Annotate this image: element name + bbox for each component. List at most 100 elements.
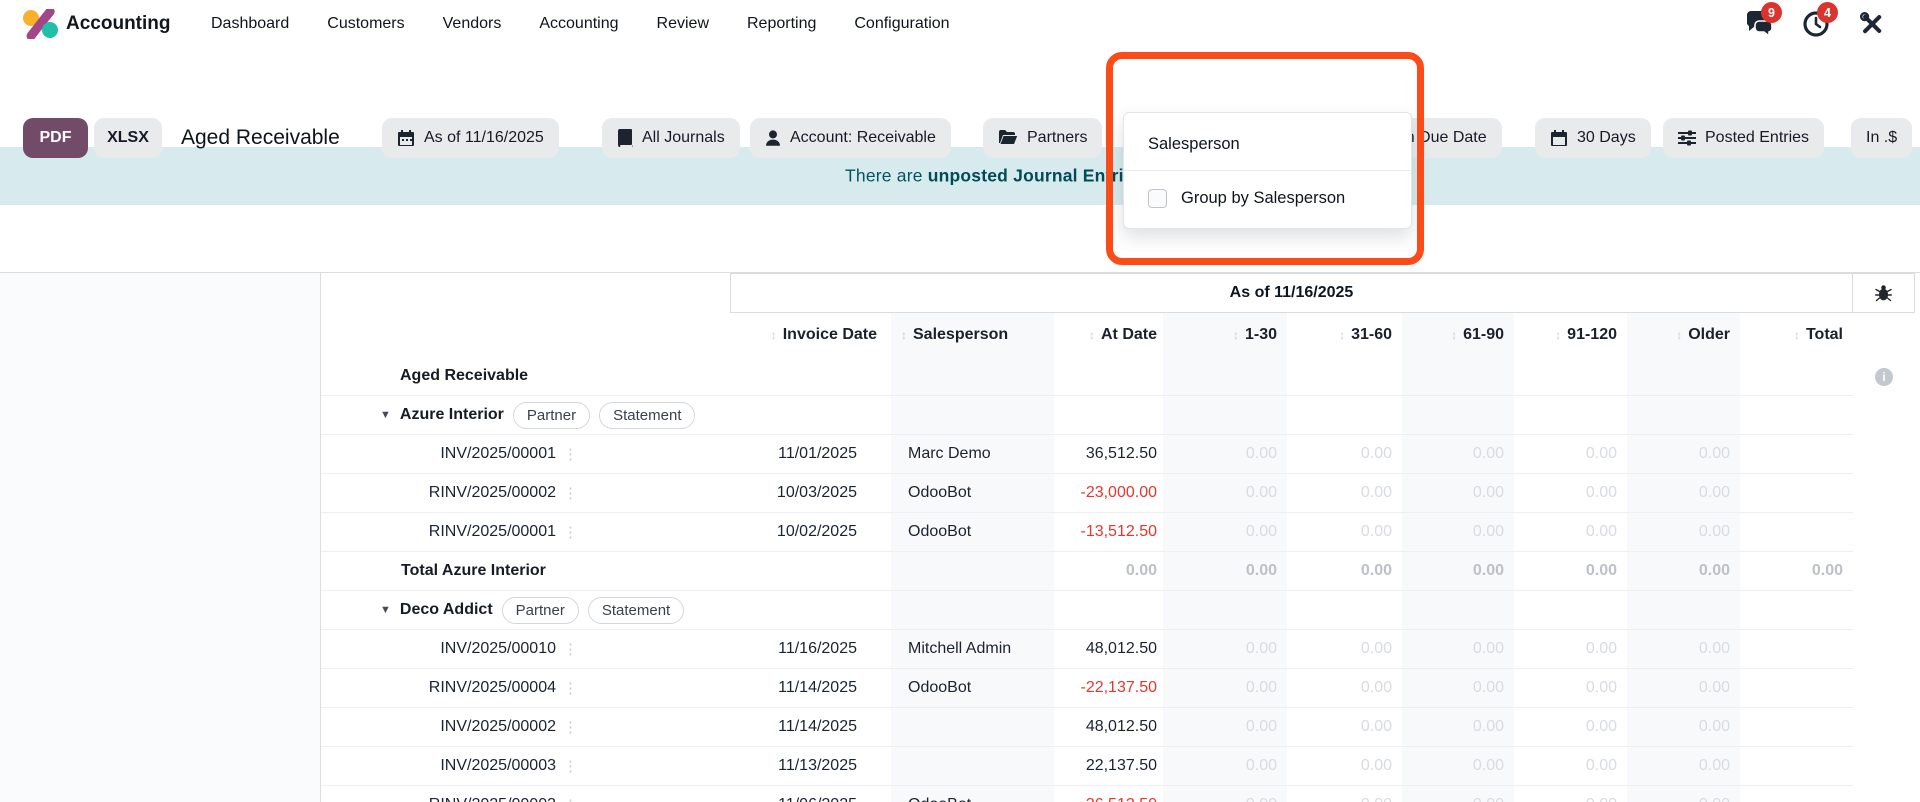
partner-name[interactable]: Azure Interior [400, 406, 504, 424]
invoice-date: 11/16/2025 [730, 630, 891, 669]
invoice-number[interactable]: INV/2025/00010 [380, 640, 556, 658]
invoice-date: 11/06/2025 [730, 786, 891, 802]
invoice-number[interactable]: RINV/2025/00004 [380, 679, 556, 697]
sort-icon: ↕ [1555, 328, 1562, 342]
menu-reporting[interactable]: Reporting [747, 15, 816, 33]
invoice-number[interactable]: RINV/2025/00002 [380, 484, 556, 502]
kebab-menu-icon[interactable]: ⋮ [563, 757, 578, 775]
aging-value: 0.00 [1163, 474, 1287, 513]
info-icon[interactable]: i [1875, 367, 1893, 386]
account-filter-button[interactable]: Account: Receivable [750, 118, 951, 158]
col-header-invoice-date[interactable]: ↕ Invoice Date [730, 313, 891, 357]
activities-badge: 4 [1817, 2, 1838, 23]
date-filter-button[interactable]: As of 11/16/2025 [382, 118, 559, 158]
col-header-1-30[interactable]: ↕ 1-30 [1163, 313, 1287, 357]
col-header-61-90[interactable]: ↕ 61-90 [1402, 313, 1514, 357]
partner-button[interactable]: Partner [501, 596, 579, 624]
odoo-accounting-logo [23, 9, 58, 39]
kebab-menu-icon[interactable]: ⋮ [563, 484, 578, 502]
aging-value: 0.00 [1402, 747, 1514, 786]
interval-filter-button[interactable]: 30 Days [1535, 118, 1651, 158]
messages-icon[interactable]: 9 [1745, 2, 1782, 39]
total-value [1740, 513, 1853, 552]
menu-review[interactable]: Review [657, 15, 709, 33]
at-date-amount: 36,512.50 [1054, 435, 1163, 474]
salesperson-name: OdooBot [891, 669, 1054, 708]
total-value [1740, 786, 1853, 802]
invoice-row-label: INV/2025/00002 ⋮ [321, 708, 730, 747]
sort-icon: ↕ [770, 328, 777, 342]
aging-value: 0.00 [1287, 708, 1402, 747]
caret-down-icon[interactable]: ▼ [380, 604, 391, 616]
invoice-date: 11/13/2025 [730, 747, 891, 786]
aging-value: 0.00 [1514, 708, 1627, 747]
group-by-salesperson-option[interactable]: Group by Salesperson [1124, 171, 1411, 208]
kebab-menu-icon[interactable]: ⋮ [563, 679, 578, 697]
audit-bug-icon[interactable] [1853, 273, 1915, 313]
invoice-number[interactable]: RINV/2025/00003 [380, 796, 556, 802]
statement-button[interactable]: Statement [587, 596, 685, 624]
partner-button[interactable]: Partner [512, 401, 591, 429]
salesperson-name [891, 708, 1054, 747]
aging-value: 0.00 [1627, 669, 1740, 708]
invoice-number[interactable]: INV/2025/00003 [380, 757, 556, 775]
total-value [1740, 708, 1853, 747]
xlsx-export-button[interactable]: XLSX [94, 118, 162, 158]
main-menu: Dashboard Customers Vendors Accounting R… [211, 0, 950, 48]
invoice-row-label: RINV/2025/00003 ⋮ [321, 786, 730, 802]
col-header-older[interactable]: ↕ Older [1627, 313, 1740, 357]
total-value [1740, 474, 1853, 513]
currency-filter-button[interactable]: In .$ [1851, 118, 1913, 158]
statement-button[interactable]: Statement [599, 401, 696, 429]
menu-dashboard[interactable]: Dashboard [211, 15, 289, 33]
dropdown-title: Salesperson [1148, 135, 1240, 153]
col-header-at-date[interactable]: ↕ At Date [1054, 313, 1163, 357]
aging-value: 0.00 [1627, 786, 1740, 802]
app-title[interactable]: Accounting [66, 0, 171, 48]
aging-value: 0.00 [1627, 513, 1740, 552]
journals-filter-button[interactable]: All Journals [602, 118, 740, 158]
unposted-entries-link[interactable]: unposted Journal Entries [928, 166, 1144, 186]
invoice-number[interactable]: INV/2025/00001 [380, 445, 556, 463]
pdf-export-button[interactable]: PDF [23, 118, 88, 158]
period-header-row: As of 11/16/2025 [321, 273, 1917, 313]
aging-value: 0.00 [1514, 669, 1627, 708]
col-header-salesperson[interactable]: ↕ Salesperson [891, 313, 1054, 357]
table-row: RINV/2025/00003 ⋮ 11/06/2025OdooBot-36,512… [321, 786, 1917, 802]
navbar-icons: 9 4 [1745, 0, 1887, 48]
total-aging-value: 0.00 [1627, 552, 1740, 591]
caret-down-icon[interactable]: ▼ [380, 409, 391, 421]
kebab-menu-icon[interactable]: ⋮ [563, 718, 578, 736]
sort-icon: ↕ [1451, 328, 1458, 342]
kebab-menu-icon[interactable]: ⋮ [563, 523, 578, 541]
partners-filter-button[interactable]: Partners [983, 118, 1103, 158]
menu-accounting[interactable]: Accounting [539, 15, 618, 33]
table-row: INV/2025/00010 ⋮ 11/16/2025 Mitchell Admin 4… [321, 630, 1917, 669]
at-date-amount: -23,000.00 [1054, 474, 1163, 513]
menu-configuration[interactable]: Configuration [854, 15, 949, 33]
invoice-number[interactable]: RINV/2025/00001 [380, 523, 556, 541]
activities-clock-icon[interactable]: 4 [1801, 2, 1838, 39]
period-header: As of 11/16/2025 [730, 273, 1853, 313]
at-date-amount: 48,012.50 [1054, 708, 1163, 747]
group-by-salesperson-checkbox[interactable] [1148, 189, 1167, 208]
aging-value: 0.00 [1514, 513, 1627, 552]
menu-customers[interactable]: Customers [327, 15, 404, 33]
calendar-icon [1551, 130, 1567, 146]
invoice-number[interactable]: INV/2025/00002 [380, 718, 556, 736]
salesperson-name: Marc Demo [891, 435, 1054, 474]
report-row-label: Aged Receivable [321, 357, 730, 396]
aging-value: 0.00 [1402, 474, 1514, 513]
posted-entries-filter-button[interactable]: Posted Entries [1663, 118, 1825, 158]
aging-value: 0.00 [1287, 669, 1402, 708]
partner-name[interactable]: Deco Addict [400, 601, 493, 619]
col-header-31-60[interactable]: ↕ 31-60 [1287, 313, 1402, 357]
aging-value: 0.00 [1514, 474, 1627, 513]
col-header-91-120[interactable]: ↕ 91-120 [1514, 313, 1627, 357]
kebab-menu-icon[interactable]: ⋮ [563, 796, 578, 802]
kebab-menu-icon[interactable]: ⋮ [563, 640, 578, 658]
menu-vendors[interactable]: Vendors [443, 15, 502, 33]
kebab-menu-icon[interactable]: ⋮ [563, 445, 578, 463]
tools-icon[interactable] [1857, 9, 1887, 39]
col-header-total[interactable]: ↕ Total [1740, 313, 1853, 357]
